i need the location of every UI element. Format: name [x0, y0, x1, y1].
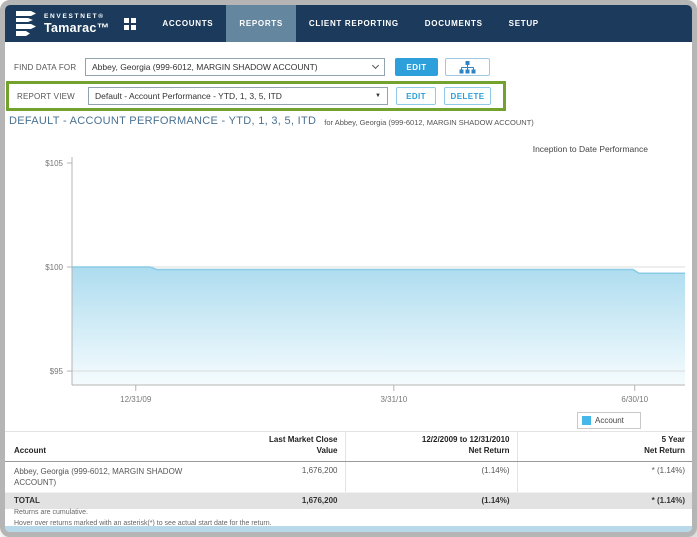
cell-net-return[interactable]: (1.14%)	[345, 461, 517, 492]
chart-title: Inception to Date Performance	[533, 144, 649, 154]
brand-text: ENVESTNET® Tamarac™	[44, 13, 109, 35]
chart-legend: Account	[577, 412, 641, 429]
performance-table: Account Last Market Close Value 12/2/200…	[5, 431, 692, 509]
brand-logo[interactable]: ENVESTNET® Tamarac™	[5, 11, 109, 37]
table-row: Abbey, Georgia (999-6012, MARGIN SHADOW …	[5, 461, 692, 492]
report-view-label: REPORT VIEW	[17, 92, 88, 101]
page-subtitle: for Abbey, Georgia (999-6012, MARGIN SHA…	[324, 118, 534, 127]
nav-item-accounts[interactable]: ACCOUNTS	[149, 5, 226, 42]
top-nav: ENVESTNET® Tamarac™ ACCOUNTS REPORTS CLI…	[5, 5, 692, 42]
report-view-select[interactable]: Default - Account Performance - YTD, 1, …	[88, 87, 388, 105]
report-view-delete-button[interactable]: DELETE	[444, 87, 491, 105]
report-view-row-highlight: REPORT VIEW Default - Account Performanc…	[6, 81, 506, 111]
svg-text:$105: $105	[45, 159, 63, 168]
brand-envestnet: ENVESTNET®	[44, 13, 109, 20]
total-5-year-net-return: * (1.14%)	[517, 492, 692, 509]
chevron-down-icon	[372, 62, 379, 69]
svg-text:$100: $100	[45, 263, 63, 272]
find-data-row: FIND DATA FOR Abbey, Georgia (999-6012, …	[14, 58, 490, 76]
svg-text:12/31/09: 12/31/09	[120, 395, 152, 404]
legend-account-swatch	[582, 416, 591, 425]
nav-menu: ACCOUNTS REPORTS CLIENT REPORTING DOCUME…	[149, 5, 551, 42]
total-net-return: (1.14%)	[345, 492, 517, 509]
nav-item-setup[interactable]: SETUP	[496, 5, 552, 42]
nav-item-documents[interactable]: DOCUMENTS	[412, 5, 496, 42]
legend-account-label: Account	[595, 416, 624, 425]
nav-item-reports[interactable]: REPORTS	[226, 5, 296, 42]
page-title: DEFAULT - ACCOUNT PERFORMANCE - YTD, 1, …	[9, 115, 316, 127]
cell-value: 1,676,200	[255, 461, 345, 492]
report-view-edit-button[interactable]: EDIT	[396, 87, 436, 105]
col-header-5-year-net-return: 5 Year Net Return	[517, 432, 692, 462]
cell-5-year-net-return[interactable]: * (1.14%)	[517, 461, 692, 492]
svg-text:3/31/10: 3/31/10	[380, 395, 407, 404]
nav-item-client-reporting[interactable]: CLIENT REPORTING	[296, 5, 412, 42]
page-title-row: DEFAULT - ACCOUNT PERFORMANCE - YTD, 1, …	[9, 115, 534, 127]
brand-tamarac: Tamarac™	[44, 21, 109, 35]
app-window: ENVESTNET® Tamarac™ ACCOUNTS REPORTS CLI…	[0, 0, 697, 537]
find-data-select-value: Abbey, Georgia (999-6012, MARGIN SHADOW …	[92, 62, 318, 72]
performance-chart: Inception to Date Performance $105 $100 $9…	[5, 135, 692, 427]
org-chart-icon	[459, 61, 476, 74]
cell-account: Abbey, Georgia (999-6012, MARGIN SHADOW …	[5, 461, 255, 492]
find-data-edit-button[interactable]: EDIT	[395, 58, 438, 76]
find-data-select[interactable]: Abbey, Georgia (999-6012, MARGIN SHADOW …	[85, 58, 385, 76]
svg-text:$95: $95	[50, 367, 64, 376]
chevron-down-solid-icon: ▼	[375, 93, 381, 99]
col-header-account: Account	[5, 432, 255, 462]
bottom-accent-strip	[5, 526, 692, 532]
apps-grid-icon[interactable]	[124, 18, 136, 30]
footnote-cumulative: Returns are cumulative.	[14, 507, 272, 518]
svg-text:6/30/10: 6/30/10	[621, 395, 648, 404]
table-header-row: Account Last Market Close Value 12/2/200…	[5, 432, 692, 462]
account-hierarchy-button[interactable]	[445, 58, 490, 76]
col-header-last-market-close-value: Last Market Close Value	[255, 432, 345, 462]
col-header-net-return: 12/2/2009 to 12/31/2010 Net Return	[345, 432, 517, 462]
report-view-select-value: Default - Account Performance - YTD, 1, …	[95, 91, 282, 101]
find-data-label: FIND DATA FOR	[14, 63, 85, 72]
chart-plot-area: $105 $100 $95 12/31/09 3/31/10 6/30/10	[45, 157, 685, 404]
envestnet-logo-icon	[15, 11, 38, 37]
